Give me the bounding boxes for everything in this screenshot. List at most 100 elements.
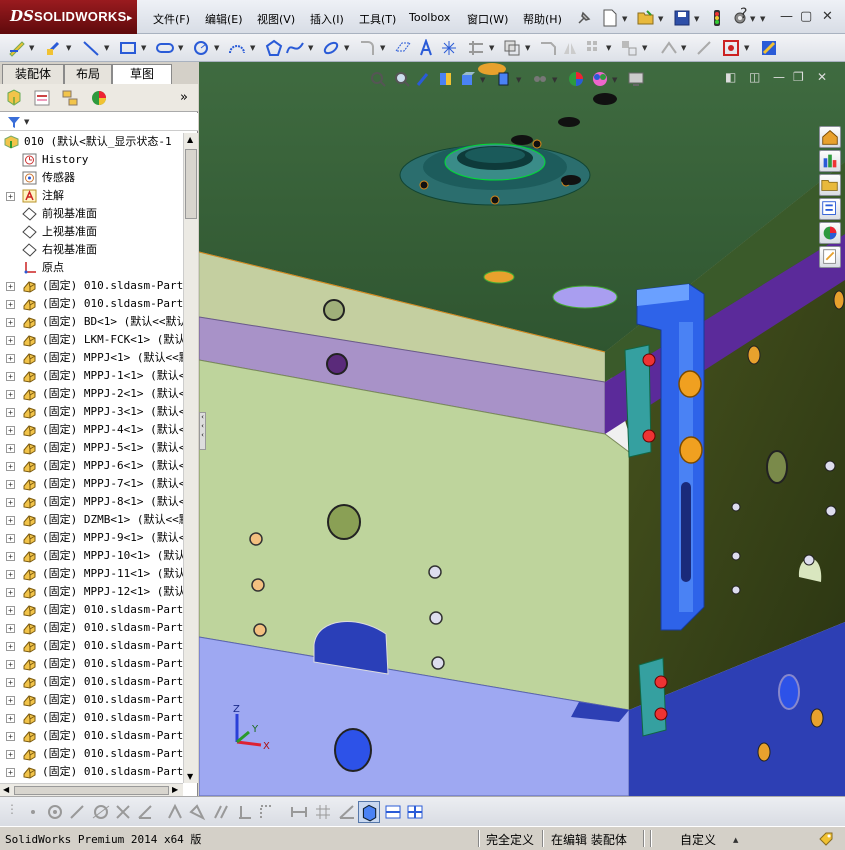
zoom-to-area-icon[interactable] <box>393 70 411 88</box>
tab-sketch[interactable]: 草图 <box>112 64 172 85</box>
section-view-icon[interactable] <box>437 70 455 88</box>
feature-tree-icon[interactable] <box>5 89 23 107</box>
expand-toggle-icon[interactable]: + <box>6 552 15 561</box>
tree-item[interactable]: + (固定) MPPJ-10<1> (默认 <box>0 547 183 565</box>
property-manager-icon[interactable] <box>33 89 51 107</box>
sketch-icon[interactable] <box>8 39 26 57</box>
expand-toggle-icon[interactable]: + <box>6 336 15 345</box>
tree-item[interactable]: + (固定) 010.sldasm-Part- <box>0 619 183 637</box>
rebuild-icon[interactable] <box>708 9 726 27</box>
expand-toggle-icon[interactable]: + <box>6 624 15 633</box>
solidworks-resources-icon[interactable] <box>819 126 841 148</box>
tree-item[interactable]: + (固定) BD<1> (默认<<默认 <box>0 313 183 331</box>
scroll-right-icon[interactable]: ▶ <box>172 785 178 794</box>
offset-entities-icon[interactable] <box>539 39 557 57</box>
menu-view[interactable]: 视图(V) <box>257 11 295 27</box>
expand-toggle-icon[interactable]: + <box>6 426 15 435</box>
tree-item[interactable]: + (固定) MPPJ-3<1> (默认< <box>0 403 183 421</box>
convert-entities-icon[interactable] <box>503 39 521 57</box>
rapid-sketch-icon[interactable] <box>760 39 778 57</box>
zoom-to-fit-icon[interactable] <box>369 70 387 88</box>
expand-toggle-icon[interactable]: + <box>6 678 15 687</box>
tree-horizontal-scrollbar[interactable]: ◀ ▶ <box>0 783 183 797</box>
ellipse-icon[interactable] <box>322 39 340 57</box>
repair-sketch-icon[interactable] <box>695 39 713 57</box>
tree-item[interactable]: History <box>0 151 183 169</box>
expand-toggle-icon[interactable]: + <box>6 750 15 759</box>
close-icon[interactable]: ✕ <box>822 9 833 24</box>
appearances-icon[interactable] <box>819 222 841 244</box>
status-units[interactable]: 自定义 <box>680 831 716 848</box>
teal-clamp-bottom[interactable] <box>638 657 668 737</box>
new-document-icon[interactable] <box>601 9 619 27</box>
viewport-split-icon[interactable]: ◧ <box>725 70 736 84</box>
tree-item[interactable]: + 注解 <box>0 187 183 205</box>
tree-item[interactable]: + (固定) 010.sldasm-Part- <box>0 727 183 745</box>
parallel-icon[interactable] <box>212 803 230 821</box>
angle-icon[interactable] <box>136 803 154 821</box>
tree-vertical-scrollbar[interactable]: ▲ ▼ <box>183 133 198 783</box>
tree-item[interactable]: + (固定) 010.sldasm-Part- <box>0 295 183 313</box>
display-relations-icon[interactable] <box>660 39 678 57</box>
fillet-icon[interactable] <box>358 39 376 57</box>
dimension-horizontal-icon[interactable] <box>290 803 308 821</box>
arc-icon[interactable] <box>228 39 246 57</box>
expand-toggle-icon[interactable]: + <box>6 516 15 525</box>
viewport-close-icon[interactable]: ✕ <box>817 70 827 84</box>
tree-item[interactable]: 右视基准面 <box>0 241 183 259</box>
tree-item[interactable]: + (固定) 010.sldasm-Part- <box>0 709 183 727</box>
expand-toggle-icon[interactable]: + <box>6 498 15 507</box>
line-small-icon[interactable] <box>68 803 86 821</box>
units-dropdown-icon[interactable]: ▲ <box>733 836 738 844</box>
display-manager-icon[interactable] <box>90 89 108 107</box>
perpendicular-icon[interactable] <box>236 803 254 821</box>
tree-item[interactable]: + (固定) MPPJ-11<1> (默认 <box>0 565 183 583</box>
filter-row[interactable]: ▼ <box>0 113 198 131</box>
open-folder-icon[interactable] <box>637 9 655 27</box>
chamfer-icon[interactable] <box>188 803 206 821</box>
tree-item[interactable]: 传感器 <box>0 169 183 187</box>
tree-item[interactable]: + (固定) MPPJ-1<1> (默认< <box>0 367 183 385</box>
tree-item[interactable]: + (固定) MPPJ-2<1> (默认< <box>0 385 183 403</box>
rectangle-icon[interactable] <box>119 39 137 57</box>
apply-scene-icon[interactable] <box>591 70 609 88</box>
linear-pattern-icon[interactable] <box>585 39 603 57</box>
tree-item[interactable]: + (固定) 010.sldasm-Part- <box>0 673 183 691</box>
tree-item[interactable]: + (固定) MPPJ-7<1> (默认< <box>0 475 183 493</box>
expand-toggle-icon[interactable]: + <box>6 606 15 615</box>
expand-toggle-icon[interactable]: + <box>6 570 15 579</box>
expand-toggle-icon[interactable]: + <box>6 318 15 327</box>
scroll-down-icon[interactable]: ▼ <box>187 772 193 781</box>
midpoint-icon[interactable] <box>258 803 276 821</box>
tree-item[interactable]: + (固定) 010.sldasm-Part- <box>0 601 183 619</box>
panel-collapse-handle[interactable]: ‹ ‹ ‹ <box>199 412 206 450</box>
tree-item[interactable]: + (固定) 010.sldasm-Part- <box>0 655 183 673</box>
expand-toggle-icon[interactable]: + <box>6 732 15 741</box>
expand-toggle-icon[interactable]: + <box>6 408 15 417</box>
expand-toggle-icon[interactable]: + <box>6 588 15 597</box>
tag-icon[interactable] <box>818 831 834 847</box>
tree-item[interactable]: + (固定) MPPJ-12<1> (默认 <box>0 583 183 601</box>
menu-window[interactable]: 窗口(W) <box>467 11 508 27</box>
tree-item[interactable]: + (固定) MPPJ<1> (默认<<默 <box>0 349 183 367</box>
hide-show-items-icon[interactable] <box>531 70 549 88</box>
angle-dim-icon[interactable] <box>338 803 356 821</box>
scroll-up-icon[interactable]: ▲ <box>187 135 193 144</box>
tree-item[interactable]: + (固定) MPPJ-4<1> (默认< <box>0 421 183 439</box>
tree-item[interactable]: + (固定) 010.sldasm-Part- <box>0 277 183 295</box>
expand-toggle-icon[interactable]: + <box>6 768 15 777</box>
solidworks-logo[interactable]: DS SOLIDWORKS ▶ <box>0 0 137 34</box>
slot-icon[interactable] <box>156 39 174 57</box>
view-orientation-icon[interactable] <box>459 70 477 88</box>
tree-item[interactable]: 上视基准面 <box>0 223 183 241</box>
model-view[interactable]: Z Y X <box>199 62 845 796</box>
file-explorer-icon[interactable] <box>819 174 841 196</box>
tree-item[interactable]: + (固定) 010.sldasm-Part- <box>0 745 183 763</box>
expand-toggle-icon[interactable]: + <box>6 660 15 669</box>
view-cube-button[interactable] <box>358 801 380 823</box>
line-icon[interactable] <box>82 39 100 57</box>
menu-file[interactable]: 文件(F) <box>153 11 190 27</box>
viewport-restore-icon[interactable]: ❐ <box>793 70 804 84</box>
plane-icon[interactable] <box>394 39 412 57</box>
tree-item[interactable]: + (固定) DZMB<1> (默认<<默 <box>0 511 183 529</box>
